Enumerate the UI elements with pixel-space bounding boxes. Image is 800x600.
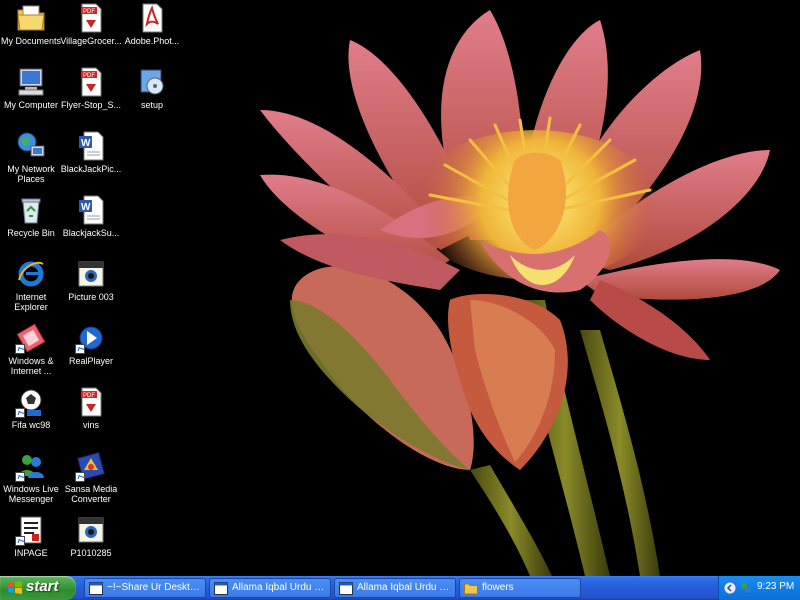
my-documents-icon bbox=[15, 2, 47, 34]
svg-text:W: W bbox=[81, 138, 91, 149]
folder-icon bbox=[464, 583, 478, 595]
shortcut-arrow-icon bbox=[15, 344, 25, 354]
icon-label: Flyer-Stop_S... bbox=[60, 100, 122, 110]
game-icon bbox=[15, 386, 47, 418]
desktop-icon-sansa-media-converter[interactable]: Sansa Media Converter bbox=[60, 450, 122, 504]
desktop-icon-adobe-phot[interactable]: Adobe.Phot... bbox=[121, 2, 183, 46]
icon-label: vins bbox=[82, 420, 99, 430]
desktop-icon-fifa-wc98[interactable]: Fifa wc98 bbox=[0, 386, 62, 430]
desktop-icon-vins[interactable]: PDF vins bbox=[60, 386, 122, 430]
icon-label: Internet Explorer bbox=[14, 292, 48, 312]
realplayer-icon bbox=[75, 322, 107, 354]
icon-label: Windows & Internet ... bbox=[8, 356, 54, 376]
clock[interactable]: 9:23 PM bbox=[757, 581, 794, 592]
inpage-icon bbox=[15, 514, 47, 546]
pdf-file-icon: PDF bbox=[75, 66, 107, 98]
desktop-icon-windows-internet[interactable]: Windows & Internet ... bbox=[0, 322, 62, 376]
image-file-icon bbox=[75, 514, 107, 546]
start-button[interactable]: start bbox=[0, 576, 76, 600]
recycle-bin-icon bbox=[15, 194, 47, 226]
desktop-icon-inpage[interactable]: INPAGE bbox=[0, 514, 62, 558]
icon-label: RealPlayer bbox=[68, 356, 114, 366]
shortcut-arrow-icon bbox=[15, 472, 25, 482]
icon-label: Adobe.Phot... bbox=[124, 36, 180, 46]
taskbar: start ~!~Share Ur Desktop... Allama Iqba… bbox=[0, 576, 800, 600]
icon-label: Windows Live Messenger bbox=[3, 484, 59, 504]
desktop-icon-picture-003[interactable]: Picture 003 bbox=[60, 258, 122, 302]
pdf-file-icon: PDF bbox=[75, 2, 107, 34]
icon-label: Recycle Bin bbox=[7, 228, 55, 238]
icon-label: setup bbox=[140, 100, 164, 110]
taskbar-button-label: ~!~Share Ur Desktop... bbox=[107, 582, 203, 593]
desktop-icon-my-documents[interactable]: My Documents bbox=[0, 2, 62, 46]
icon-label: INPAGE bbox=[14, 548, 48, 558]
start-label: start bbox=[26, 578, 59, 595]
tray-arrow-icon[interactable] bbox=[723, 581, 737, 595]
desktop-icon-p1010285[interactable]: P1010285 bbox=[60, 514, 122, 558]
icon-label: Picture 003 bbox=[68, 292, 114, 302]
media-converter-icon bbox=[75, 450, 107, 482]
image-file-icon bbox=[75, 258, 107, 290]
desktop-icon-flyer-stop[interactable]: PDF Flyer-Stop_S... bbox=[60, 66, 122, 110]
shortcut-icon bbox=[15, 322, 47, 354]
icon-label: P1010285 bbox=[70, 548, 112, 558]
desktop-icon-blackjackpic[interactable]: W BlackJackPic... bbox=[60, 130, 122, 174]
desktop-icon-blackjacksu[interactable]: W BlackjackSu... bbox=[60, 194, 122, 238]
taskbar-button-share-ur-desktop[interactable]: ~!~Share Ur Desktop... bbox=[84, 578, 206, 598]
icon-label: My Network Places bbox=[7, 164, 55, 184]
desktop-icon-realplayer[interactable]: RealPlayer bbox=[60, 322, 122, 366]
svg-text:PDF: PDF bbox=[83, 393, 95, 399]
svg-text:PDF: PDF bbox=[83, 9, 95, 15]
setup-icon bbox=[136, 66, 168, 98]
adobe-file-icon bbox=[136, 2, 168, 34]
icon-label: Fifa wc98 bbox=[11, 420, 51, 430]
desktop-icon-my-computer[interactable]: My Computer bbox=[0, 66, 62, 110]
my-computer-icon bbox=[15, 66, 47, 98]
browser-window-icon bbox=[89, 582, 103, 595]
svg-text:W: W bbox=[81, 202, 91, 213]
shortcut-arrow-icon bbox=[75, 472, 85, 482]
desktop-icon-internet-explorer[interactable]: Internet Explorer bbox=[0, 258, 62, 312]
desktop-icon-recycle-bin[interactable]: Recycle Bin bbox=[0, 194, 62, 238]
shortcut-arrow-icon bbox=[15, 408, 25, 418]
icon-label: BlackjackSu... bbox=[62, 228, 120, 238]
desktop-icon-windows-live-messenger[interactable]: Windows Live Messenger bbox=[0, 450, 62, 504]
taskbar-button-label: flowers bbox=[482, 582, 514, 593]
shortcut-arrow-icon bbox=[15, 536, 25, 546]
system-tray: 9:23 PM bbox=[718, 576, 800, 600]
taskbar-button-label: Allama Iqbal Urdu Cy... bbox=[232, 582, 328, 593]
taskbar-button-flowers[interactable]: flowers bbox=[459, 578, 581, 598]
desktop-icon-villagegrocer[interactable]: PDF VillageGrocer... bbox=[60, 2, 122, 46]
icon-label: My Documents bbox=[0, 36, 62, 46]
taskbar-button-allama-iqbal-1[interactable]: Allama Iqbal Urdu Cy... bbox=[209, 578, 331, 598]
browser-window-icon bbox=[339, 582, 353, 595]
icon-label: VillageGrocer... bbox=[60, 36, 122, 46]
icon-label: Sansa Media Converter bbox=[64, 484, 118, 504]
desktop[interactable]: My Documents PDF VillageGrocer... Adobe.… bbox=[0, 0, 800, 576]
word-document-icon: W bbox=[75, 130, 107, 162]
network-status-icon[interactable] bbox=[739, 581, 753, 595]
icon-label: My Computer bbox=[3, 100, 58, 110]
desktop-icon-setup[interactable]: setup bbox=[121, 66, 183, 110]
shortcut-arrow-icon bbox=[75, 344, 85, 354]
desktop-icon-my-network-places[interactable]: My Network Places bbox=[0, 130, 62, 184]
network-places-icon bbox=[15, 130, 47, 162]
internet-explorer-icon bbox=[15, 258, 47, 290]
browser-window-icon bbox=[214, 582, 228, 595]
taskbar-button-label: Allama Iqbal Urdu Cy... bbox=[357, 582, 453, 593]
icon-label: BlackJackPic... bbox=[60, 164, 122, 174]
pdf-file-icon: PDF bbox=[75, 386, 107, 418]
messenger-icon bbox=[15, 450, 47, 482]
taskbar-button-allama-iqbal-2[interactable]: Allama Iqbal Urdu Cy... bbox=[334, 578, 456, 598]
word-document-icon: W bbox=[75, 194, 107, 226]
windows-logo-icon bbox=[8, 581, 22, 594]
svg-text:PDF: PDF bbox=[83, 73, 95, 79]
